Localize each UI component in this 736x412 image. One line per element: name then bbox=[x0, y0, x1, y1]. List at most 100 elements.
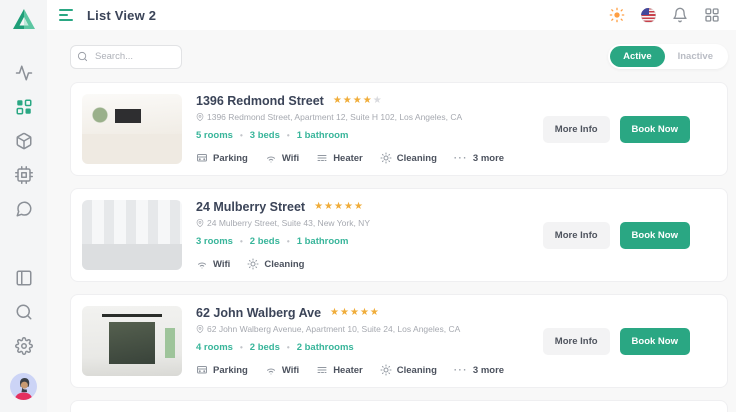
layout-panel-icon bbox=[16, 270, 31, 286]
theme-toggle[interactable] bbox=[609, 7, 625, 23]
search-icon bbox=[16, 304, 31, 320]
amenity-cleaning: Cleaning bbox=[380, 364, 437, 376]
amenity-cleaning: Cleaning bbox=[247, 258, 304, 270]
grid-icon bbox=[705, 8, 719, 22]
wifi-icon bbox=[198, 262, 207, 269]
sidebar bbox=[0, 0, 47, 412]
baths-count: 2 bathrooms bbox=[296, 342, 354, 353]
listing-stats: 3 rooms • 2 beds • 1 bathroom bbox=[196, 236, 349, 247]
sidebar-item-settings[interactable] bbox=[14, 337, 33, 355]
gear-icon bbox=[14, 337, 33, 355]
apps-menu-button[interactable] bbox=[704, 7, 720, 23]
rooms-count: 4 rooms bbox=[196, 342, 233, 353]
top-navbar: List View 2 bbox=[47, 0, 736, 30]
more-amenities[interactable]: ··· 3 more bbox=[454, 365, 504, 376]
chat-bubble-icon bbox=[16, 201, 32, 217]
beds-count: 3 beds bbox=[249, 130, 280, 141]
sidebar-item-layouts[interactable] bbox=[15, 269, 33, 287]
dashboard-grid-icon bbox=[16, 99, 31, 115]
card-actions: More Info Book Now bbox=[542, 200, 690, 270]
card-actions: More Info Book Now bbox=[542, 94, 690, 164]
cleaning-icon bbox=[380, 152, 392, 164]
listing-info: 24 Mulberry Street ★★★★★ 24 Mulberry Str… bbox=[196, 200, 535, 270]
us-flag-icon[interactable] bbox=[641, 7, 656, 23]
listing-stats: 5 rooms • 3 beds • 1 bathroom bbox=[196, 130, 349, 141]
user-avatar[interactable] bbox=[10, 373, 37, 400]
parking-icon bbox=[197, 154, 207, 162]
amenity-wifi: Wifi bbox=[265, 152, 299, 164]
search-box bbox=[70, 44, 182, 69]
sidebar-item-activity[interactable] bbox=[15, 64, 33, 82]
more-info-button[interactable]: More Info bbox=[542, 115, 610, 143]
parking-icon bbox=[197, 366, 207, 374]
book-now-button[interactable]: Book Now bbox=[619, 327, 690, 355]
map-pin-icon bbox=[196, 219, 204, 227]
sidebar-item-search[interactable] bbox=[15, 303, 33, 321]
page-title: List View 2 bbox=[87, 7, 157, 23]
sidebar-item-components[interactable] bbox=[14, 166, 33, 184]
amenity-heater: Heater bbox=[316, 364, 363, 376]
app-logo-icon[interactable] bbox=[12, 8, 36, 30]
listing-card: 1396 Redmond Street ★★★★★ 1396 Redmond S… bbox=[70, 82, 728, 176]
heater-icon bbox=[317, 155, 327, 161]
sidebar-item-chat[interactable] bbox=[15, 200, 33, 218]
search-filter-row: Active Inactive bbox=[70, 44, 728, 69]
sidebar-item-dashboard[interactable] bbox=[15, 98, 33, 116]
listing-title: 62 John Walberg Ave bbox=[196, 306, 322, 320]
listing-card: 62 John Walberg Ave ★★★★★ 62 John Walber… bbox=[70, 294, 728, 388]
baths-count: 1 bathroom bbox=[296, 236, 349, 247]
wifi-icon bbox=[266, 156, 275, 163]
listing-stats: 4 rooms • 2 beds • 2 bathrooms bbox=[196, 342, 354, 353]
avatar-image bbox=[14, 377, 33, 400]
search-icon bbox=[77, 51, 88, 61]
beds-count: 2 beds bbox=[249, 236, 280, 247]
cleaning-icon bbox=[247, 258, 259, 270]
listing-title: 24 Mulberry Street bbox=[196, 200, 306, 214]
rating-stars: ★★★★★ bbox=[332, 95, 383, 106]
sidebar-item-packages[interactable] bbox=[15, 132, 33, 150]
property-photo bbox=[82, 94, 182, 164]
amenity-parking: Parking bbox=[196, 364, 248, 376]
amenities-row: Parking Wifi Heater Cleaning ··· 3 more bbox=[196, 152, 535, 164]
baths-count: 1 bathroom bbox=[296, 130, 349, 141]
book-now-button[interactable]: Book Now bbox=[619, 221, 690, 249]
listing-address: 62 John Walberg Avenue, Apartment 10, Su… bbox=[196, 324, 535, 334]
map-pin-icon bbox=[196, 325, 204, 333]
listing-address: 24 Mulberry Street, Suite 43, New York, … bbox=[196, 218, 535, 228]
listing-card: 48 Manhattan Ave ★★★★★ bbox=[70, 400, 728, 412]
rating-stars: ★★★★★ bbox=[330, 307, 380, 318]
topbar-actions bbox=[609, 7, 720, 23]
card-actions: More Info Book Now bbox=[542, 306, 690, 376]
property-photo bbox=[82, 200, 182, 270]
heater-icon bbox=[317, 367, 327, 373]
more-info-button[interactable]: More Info bbox=[542, 327, 610, 355]
ellipsis-icon: ··· bbox=[453, 152, 468, 164]
hamburger-menu-icon[interactable] bbox=[59, 9, 73, 21]
book-now-button[interactable]: Book Now bbox=[619, 115, 690, 143]
cpu-icon bbox=[14, 166, 33, 184]
activity-icon bbox=[15, 65, 32, 81]
more-info-button[interactable]: More Info bbox=[542, 221, 610, 249]
content-area: Active Inactive 1396 Redmond Street ★★★★… bbox=[47, 30, 736, 412]
bell-icon bbox=[673, 7, 687, 23]
listing-info: 62 John Walberg Ave ★★★★★ 62 John Walber… bbox=[196, 306, 535, 376]
filter-inactive-button[interactable]: Inactive bbox=[665, 46, 726, 67]
filter-active-button[interactable]: Active bbox=[610, 46, 665, 67]
amenities-row: Parking Wifi Heater Cleaning ··· 3 more bbox=[196, 364, 535, 376]
amenity-heater: Heater bbox=[316, 152, 363, 164]
rooms-count: 3 rooms bbox=[196, 236, 233, 247]
map-pin-icon bbox=[196, 113, 204, 121]
more-amenities[interactable]: ··· 3 more bbox=[454, 153, 504, 164]
box-icon bbox=[16, 132, 31, 150]
listing-info: 1396 Redmond Street ★★★★★ 1396 Redmond S… bbox=[196, 94, 535, 164]
amenity-parking: Parking bbox=[196, 152, 248, 164]
main-area: List View 2 Active Inactive bbox=[47, 0, 736, 412]
cleaning-icon bbox=[380, 364, 392, 376]
sun-icon bbox=[609, 7, 625, 23]
notifications-button[interactable] bbox=[672, 7, 688, 23]
status-filter-toggle: Active Inactive bbox=[608, 44, 728, 69]
amenity-cleaning: Cleaning bbox=[380, 152, 437, 164]
amenity-wifi: Wifi bbox=[265, 364, 299, 376]
amenity-wifi: Wifi bbox=[196, 258, 230, 270]
rating-stars: ★★★★★ bbox=[314, 201, 364, 212]
